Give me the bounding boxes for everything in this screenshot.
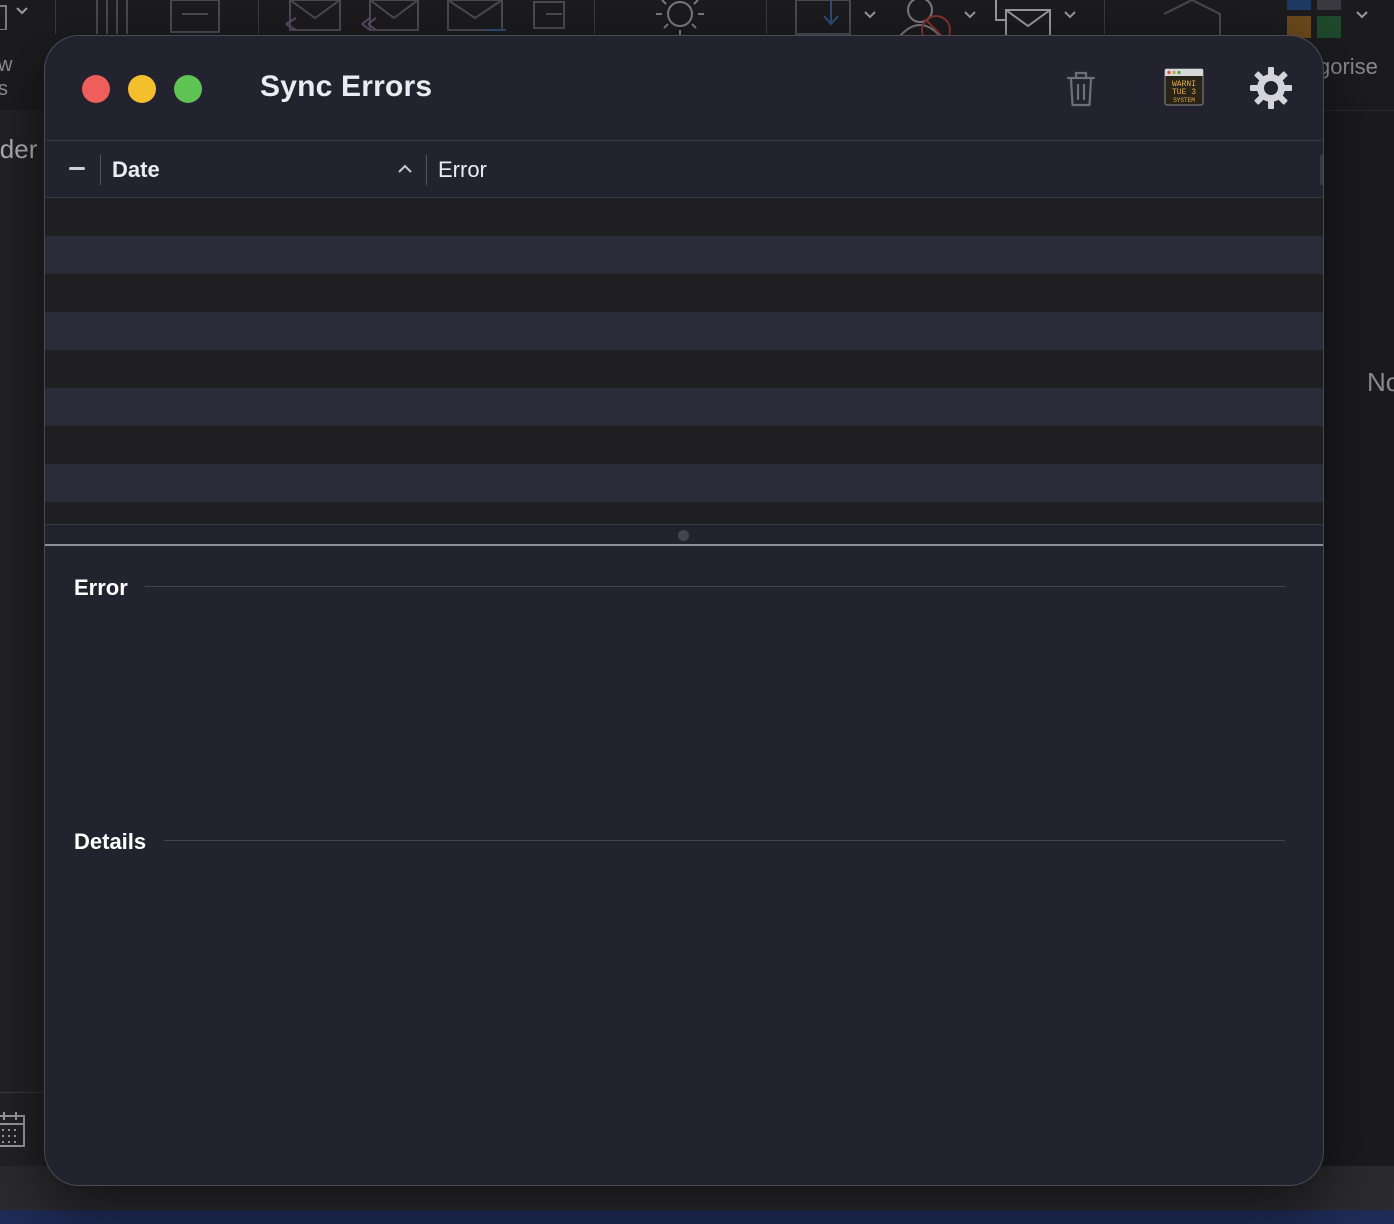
flag-dash-icon[interactable] (69, 167, 85, 170)
console-icon: WARNI TUE 3 SYSTEM (1164, 68, 1204, 106)
bg-sun-icon (650, 0, 710, 36)
gear-icon (1250, 67, 1292, 109)
delete-button[interactable] (1062, 68, 1100, 113)
maximize-window-button[interactable] (174, 75, 202, 103)
table-row[interactable] (45, 426, 1323, 464)
details-section-rule (164, 840, 1285, 841)
bg-open-mail-icon (1162, 0, 1224, 36)
split-divider-line (45, 544, 1323, 546)
details-section-title: Details (74, 829, 147, 854)
settings-button[interactable] (1249, 66, 1293, 115)
close-window-button[interactable] (82, 75, 110, 103)
bg-category-swatch (1317, 0, 1341, 10)
bg-chevron-down-icon (14, 2, 30, 23)
error-section-rule (145, 586, 1285, 587)
bg-reply-icon (284, 0, 346, 34)
bg-block-sender-icon (898, 0, 958, 36)
bg-archive-icon (168, 0, 224, 34)
column-resize-handle[interactable] (1320, 155, 1323, 185)
bg-reading-pane-label-partial: No (1367, 367, 1394, 397)
bg-divider (594, 0, 595, 34)
bg-divider (1104, 0, 1105, 34)
bg-divider (258, 0, 259, 34)
bg-move-icon (532, 0, 572, 34)
bg-columns-icon (95, 0, 129, 34)
bg-mail-icon (994, 0, 1054, 36)
column-separator[interactable] (426, 155, 427, 185)
split-view-divider[interactable] (45, 524, 1323, 545)
trash-icon (1066, 71, 1096, 107)
window-title: Sync Errors (260, 70, 433, 103)
bg-reply-all-icon (360, 0, 422, 34)
bg-category-swatch (1317, 16, 1341, 38)
table-row[interactable] (45, 236, 1323, 274)
bg-view-icon (0, 0, 12, 30)
date-column-header[interactable]: Date (112, 157, 160, 183)
background-dock-strip (0, 1210, 1394, 1224)
bg-chevron-down-icon (1062, 6, 1078, 27)
bg-category-swatch (1287, 16, 1311, 38)
column-separator[interactable] (100, 155, 101, 185)
bg-toolbar-label-partial: w (0, 54, 13, 76)
bg-categorise-label: gorise (1318, 54, 1378, 79)
bg-inbox-icon (794, 0, 852, 36)
table-row[interactable] (45, 274, 1323, 312)
bg-divider (0, 1092, 44, 1093)
split-handle-dot[interactable] (678, 530, 689, 541)
table-row[interactable] (45, 312, 1323, 350)
window-titlebar: Sync Errors WARNI TUE 3 SYSTEM (45, 36, 1323, 140)
console-button[interactable]: WARNI TUE 3 SYSTEM (1164, 68, 1204, 106)
svg-text:TUE 3: TUE 3 (1172, 88, 1196, 97)
bg-chevron-down-icon (962, 6, 978, 27)
errors-table-header: Date Error (45, 140, 1323, 198)
bg-calendar-icon (0, 1112, 26, 1150)
bg-divider (766, 0, 767, 34)
table-row[interactable] (45, 464, 1323, 502)
bg-category-swatch (1287, 0, 1311, 10)
background-sidebar (0, 110, 44, 1166)
bg-chevron-down-icon (1354, 6, 1370, 27)
errors-table-body[interactable] (45, 198, 1323, 524)
table-row[interactable] (45, 198, 1323, 236)
minimize-window-button[interactable] (128, 75, 156, 103)
bg-chevron-down-icon (862, 6, 878, 27)
error-section-title: Error (74, 575, 128, 600)
bg-divider (55, 0, 56, 34)
table-row[interactable] (45, 350, 1323, 388)
table-row[interactable] (45, 388, 1323, 426)
svg-text:SYSTEM: SYSTEM (1173, 97, 1195, 104)
bg-sidebar-label-partial: lder (0, 134, 38, 164)
sync-errors-window: Sync Errors WARNI TUE 3 SYSTEM Date Erro… (45, 36, 1323, 1185)
error-column-header[interactable]: Error (438, 157, 487, 183)
bg-forward-icon (446, 0, 508, 34)
sort-ascending-icon[interactable] (397, 161, 413, 182)
bg-toolbar-label-partial: s (0, 78, 8, 100)
table-row[interactable] (45, 502, 1323, 524)
